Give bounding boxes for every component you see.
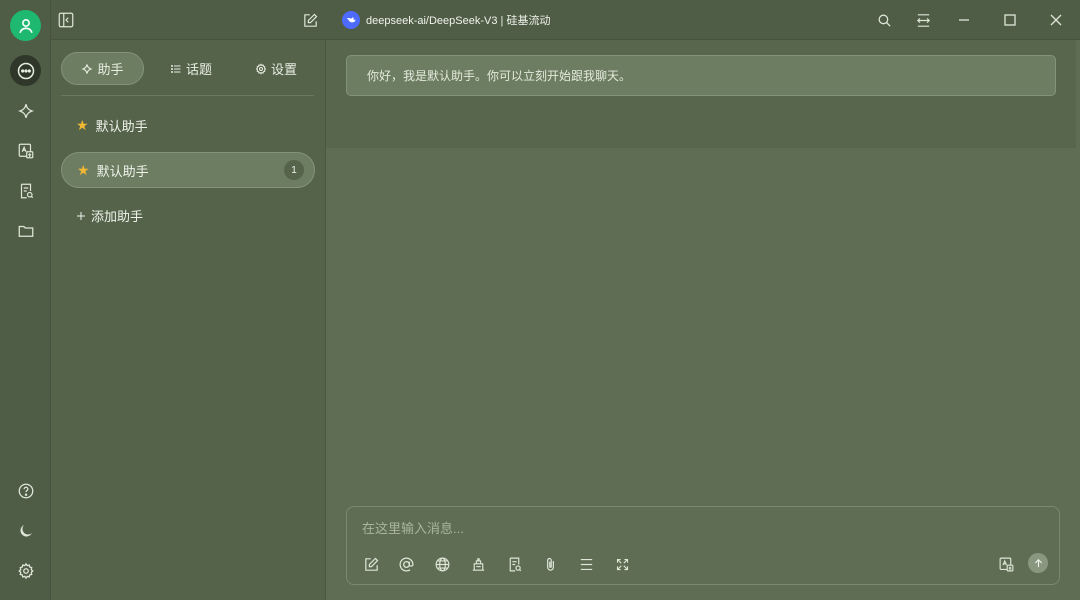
- gear-icon: [255, 62, 267, 75]
- message-list: 你好，我是默认助手。你可以立刻开始跟我聊天。: [326, 40, 1076, 148]
- new-topic-icon[interactable]: [361, 554, 381, 574]
- topic-count-badge: 1: [284, 160, 304, 180]
- tab-label: 话题: [185, 62, 212, 77]
- sparkle-icon[interactable]: [10, 95, 41, 126]
- title-bar: deepseek-ai/DeepSeek-V3 | 硅基流动: [51, 0, 1080, 40]
- assistant-name: 默认助手: [96, 163, 149, 179]
- tab-assistants[interactable]: 助手: [61, 52, 144, 85]
- mention-icon[interactable]: [396, 554, 416, 574]
- plus-icon: [77, 211, 85, 220]
- layout-icon[interactable]: [913, 10, 933, 30]
- add-assistant-label: 添加助手: [91, 209, 144, 224]
- tab-settings[interactable]: 设置: [241, 52, 311, 85]
- model-title: deepseek-ai/DeepSeek-V3 | 硅基流动: [366, 15, 551, 27]
- assistant-panel: 助手 话题 设置 ★ 默认助手 ★ 默认助手 1 添加助手: [51, 40, 326, 600]
- star-icon: ★: [76, 117, 89, 133]
- maximize-icon[interactable]: [1000, 10, 1020, 30]
- chat-icon[interactable]: [10, 55, 41, 86]
- attachment-icon[interactable]: [540, 554, 560, 574]
- web-search-icon[interactable]: [432, 554, 452, 574]
- divider: [61, 95, 314, 96]
- message-input[interactable]: [362, 519, 962, 537]
- translate-icon[interactable]: [10, 135, 41, 166]
- assistant-item-selected[interactable]: ★ 默认助手 1: [61, 152, 315, 188]
- new-chat-icon[interactable]: [300, 10, 320, 30]
- list-icon: [170, 64, 181, 73]
- nav-rail: [0, 0, 51, 600]
- document-search-icon[interactable]: [504, 554, 524, 574]
- search-icon[interactable]: [874, 10, 894, 30]
- expand-icon[interactable]: [612, 554, 632, 574]
- user-avatar-icon[interactable]: [10, 10, 41, 41]
- sidebar-toggle-icon[interactable]: [56, 10, 76, 30]
- tab-label: 设置: [270, 62, 297, 77]
- arrow-up-icon: [1034, 558, 1042, 567]
- send-button[interactable]: [1028, 553, 1048, 573]
- assistant-name: 默认助手: [95, 118, 148, 134]
- translate-icon[interactable]: [996, 554, 1016, 574]
- document-search-icon[interactable]: [10, 175, 41, 206]
- model-selector[interactable]: deepseek-ai/DeepSeek-V3 | 硅基流动: [342, 11, 550, 29]
- panel-tabs: 助手 话题 设置: [61, 52, 314, 85]
- moon-icon[interactable]: [10, 515, 41, 546]
- help-icon[interactable]: [10, 475, 41, 506]
- add-assistant-button[interactable]: 添加助手: [75, 206, 143, 225]
- divider-icon[interactable]: [576, 554, 596, 574]
- knowledge-base-icon[interactable]: [468, 554, 488, 574]
- message-composer: [346, 506, 1060, 585]
- tab-label: 助手: [97, 62, 124, 77]
- sparkle-icon: [81, 63, 94, 74]
- welcome-text: 你好，我是默认助手。你可以立刻开始跟我聊天。: [367, 69, 632, 83]
- chat-area: 你好，我是默认助手。你可以立刻开始跟我聊天。: [326, 40, 1080, 600]
- close-icon[interactable]: [1046, 10, 1066, 30]
- deepseek-logo-icon: [342, 11, 360, 29]
- welcome-message: 你好，我是默认助手。你可以立刻开始跟我聊天。: [346, 55, 1056, 96]
- tab-topics[interactable]: 话题: [156, 52, 226, 85]
- gear-icon[interactable]: [10, 555, 41, 586]
- minimize-icon[interactable]: [954, 10, 974, 30]
- assistant-item[interactable]: ★ 默认助手: [61, 107, 315, 143]
- star-icon: ★: [77, 162, 90, 178]
- folder-icon[interactable]: [10, 215, 41, 246]
